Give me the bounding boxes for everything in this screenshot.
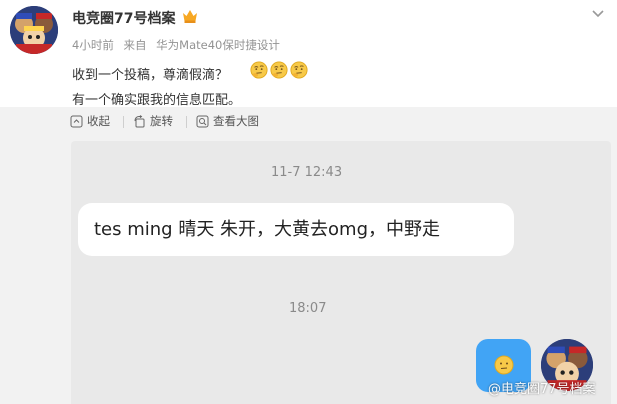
toolbar-divider xyxy=(123,116,124,128)
source-device[interactable]: 华为Mate40保时捷设计 xyxy=(156,38,280,52)
username[interactable]: 电竞圈77号档案 xyxy=(72,8,175,28)
rotate-button[interactable]: 旋转 xyxy=(133,113,173,129)
post-text-line-1: 收到一个投稿，尊滴假滴？ xyxy=(72,68,229,83)
thinking-face-icon xyxy=(290,61,308,79)
chat-timestamp: 18:07 xyxy=(289,301,327,316)
crown-badge-icon xyxy=(183,10,197,23)
view-large-button[interactable]: 查看大图 xyxy=(196,113,259,129)
post-text-line-2: 有一个确实跟我的信息匹配。 xyxy=(72,93,242,108)
thinking-face-icon xyxy=(270,61,288,79)
thinking-face-icon xyxy=(494,355,514,375)
collapse-button[interactable]: 收起 xyxy=(70,113,110,129)
rotate-icon xyxy=(134,114,145,127)
view-large-label: 查看大图 xyxy=(213,114,259,128)
rotate-label: 旋转 xyxy=(150,114,173,128)
chevron-down-icon[interactable] xyxy=(590,5,606,21)
magnify-icon xyxy=(196,115,209,127)
user-avatar[interactable] xyxy=(10,6,58,54)
paw-patrol-avatar-image xyxy=(10,6,58,54)
post-meta: 4小时前 来自 华为Mate40保时捷设计 xyxy=(72,37,286,53)
thinking-face-icon xyxy=(250,61,268,79)
chat-screenshot-image[interactable]: 11-7 12:43 tes ming 晴天 朱开，大黄去omg，中野走 18:… xyxy=(71,141,611,404)
post-time: 4小时前 xyxy=(72,38,114,52)
chat-message-bubble: tes ming 晴天 朱开，大黄去omg，中野走 xyxy=(78,203,514,256)
watermark: @电竞圈77号档案 xyxy=(488,382,596,397)
source-prefix: 来自 xyxy=(123,38,147,52)
chat-timestamp: 11-7 12:43 xyxy=(271,165,343,180)
emoji-group xyxy=(250,61,308,79)
collapse-icon xyxy=(70,115,83,127)
toolbar-divider xyxy=(186,116,187,128)
collapse-label: 收起 xyxy=(87,114,110,128)
